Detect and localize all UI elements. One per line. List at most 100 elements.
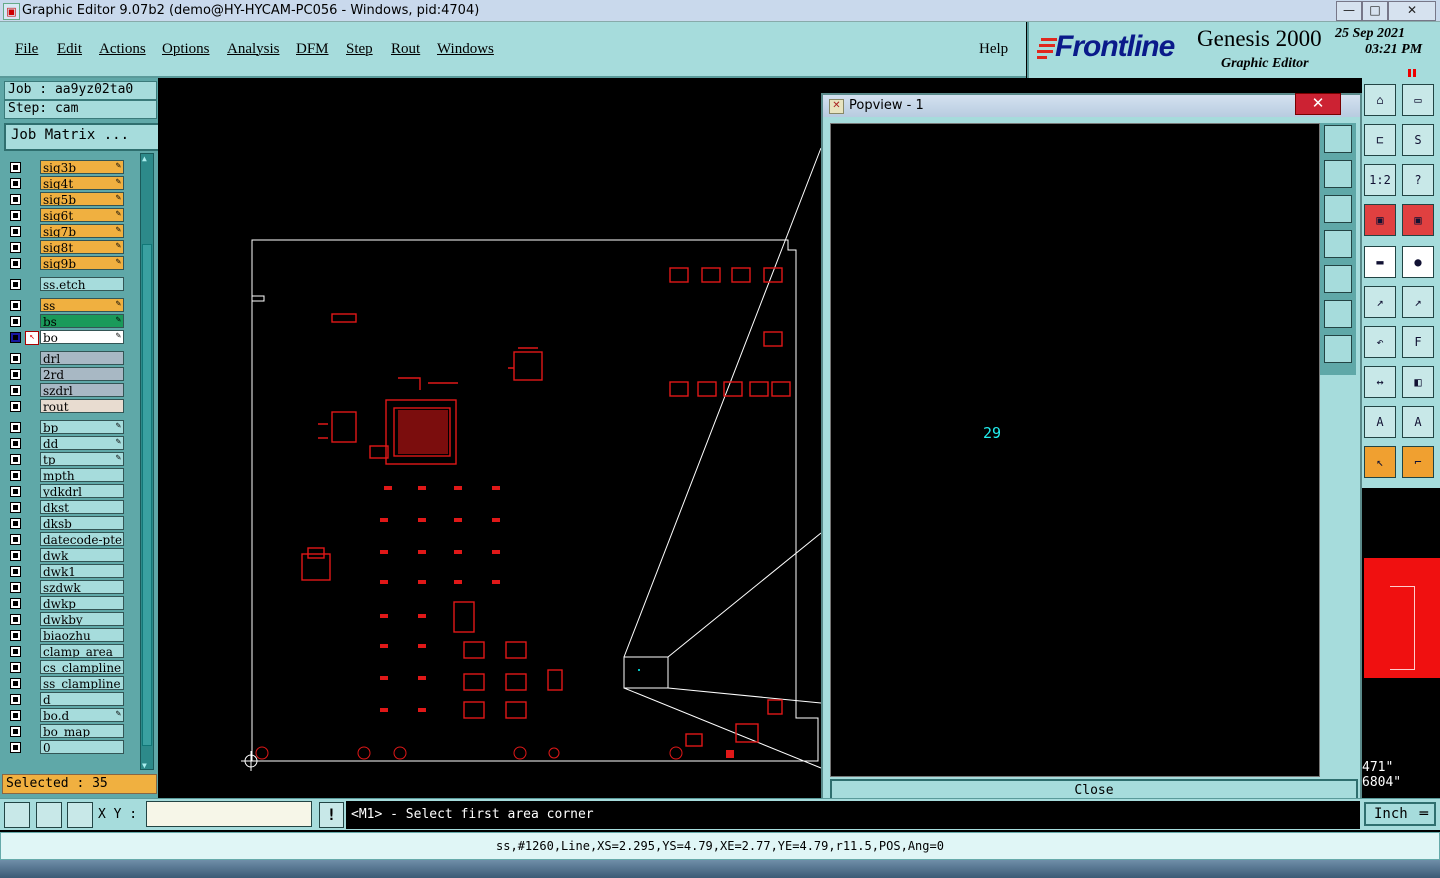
- layer-row[interactable]: biaozhu: [8, 628, 124, 643]
- pad-icon[interactable]: ●: [1402, 246, 1434, 278]
- layer-row[interactable]: sig4t ✎: [8, 176, 124, 191]
- layer-name[interactable]: ss: [40, 298, 124, 312]
- layer-row[interactable]: ydkdrl: [8, 484, 124, 499]
- maximize-button[interactable]: □: [1362, 1, 1388, 21]
- layer-row[interactable]: rout: [8, 399, 124, 414]
- layer-row[interactable]: sig6t ✎: [8, 208, 124, 223]
- layer-row[interactable]: ss ✎: [8, 298, 124, 313]
- shapes-icon[interactable]: ◧: [1402, 366, 1434, 398]
- layer-checkbox[interactable]: [10, 332, 21, 343]
- scale-1to2-icon[interactable]: 1:2: [1364, 164, 1396, 196]
- layer-name[interactable]: bp: [40, 420, 124, 434]
- grid-icon[interactable]: [67, 802, 93, 828]
- layer-name[interactable]: dkst: [40, 500, 124, 514]
- layer-row[interactable]: d: [8, 692, 124, 707]
- layer-checkbox[interactable]: [10, 369, 21, 380]
- layer-name[interactable]: mpth: [40, 468, 124, 482]
- layer-checkbox[interactable]: [10, 726, 21, 737]
- features-icon[interactable]: F: [1402, 326, 1434, 358]
- zoom-area-icon[interactable]: [4, 802, 30, 828]
- layer-checkbox[interactable]: [10, 422, 21, 433]
- popview-canvas[interactable]: 29: [830, 123, 1320, 777]
- menu-windows[interactable]: Windows: [437, 41, 494, 58]
- layer-row[interactable]: ss_clampline: [8, 676, 124, 691]
- scroll-thumb[interactable]: [142, 244, 152, 746]
- popview-pan-up-icon[interactable]: [1324, 160, 1352, 188]
- layer-checkbox[interactable]: [10, 662, 21, 673]
- job-matrix-button[interactable]: Job Matrix ...: [4, 123, 161, 151]
- layer-row[interactable]: bo.d ✎: [8, 708, 124, 723]
- snap-red-icon[interactable]: ▣: [1364, 204, 1396, 236]
- layer-checkbox[interactable]: [10, 566, 21, 577]
- redraw-icon[interactable]: S: [1402, 124, 1434, 156]
- popview-pan-right-icon[interactable]: [1324, 265, 1352, 293]
- layer-row[interactable]: dksb: [8, 516, 124, 531]
- layer-name[interactable]: ss_clampline: [40, 676, 124, 690]
- layer-row[interactable]: cs_clampline: [8, 660, 124, 675]
- menu-options[interactable]: Options: [162, 41, 210, 58]
- measure-blue-icon[interactable]: ↗: [1402, 286, 1434, 318]
- xy-input[interactable]: [146, 801, 312, 827]
- home-view-icon[interactable]: ⌂: [1364, 84, 1396, 116]
- layer-row[interactable]: sig3b ✎: [8, 160, 124, 175]
- menu-help[interactable]: Help: [979, 41, 1008, 58]
- layer-checkbox[interactable]: [10, 614, 21, 625]
- layer-row[interactable]: dwk: [8, 548, 124, 563]
- text-blue-icon[interactable]: A: [1402, 406, 1434, 438]
- popview-pan-down-icon[interactable]: [1324, 195, 1352, 223]
- layer-checkbox[interactable]: [10, 710, 21, 721]
- layer-name[interactable]: dwk: [40, 548, 124, 562]
- layer-name[interactable]: biaozhu: [40, 628, 124, 642]
- layer-name[interactable]: sig6t: [40, 208, 124, 222]
- layer-checkbox[interactable]: [10, 162, 21, 173]
- menu-analysis[interactable]: Analysis: [227, 41, 280, 58]
- layer-name[interactable]: rout: [40, 399, 124, 413]
- popview-fit-icon[interactable]: [1324, 335, 1352, 363]
- layer-name[interactable]: ss.etch: [40, 277, 124, 291]
- layer-checkbox[interactable]: [10, 582, 21, 593]
- layer-name[interactable]: sig8t: [40, 240, 124, 254]
- measure-icon[interactable]: [36, 802, 62, 828]
- help-icon[interactable]: ?: [1402, 164, 1434, 196]
- close-window-button[interactable]: ✕: [1388, 1, 1436, 21]
- layer-name[interactable]: bo.d: [40, 708, 124, 722]
- ruler-icon[interactable]: ▬: [1364, 246, 1396, 278]
- layer-row[interactable]: dwkp: [8, 596, 124, 611]
- layer-checkbox[interactable]: [10, 226, 21, 237]
- zoom-fit-icon[interactable]: ⊏: [1364, 124, 1396, 156]
- layer-name[interactable]: dwkby: [40, 612, 124, 626]
- layer-name[interactable]: dwk1: [40, 564, 124, 578]
- layer-checkbox[interactable]: [10, 470, 21, 481]
- layer-checkbox[interactable]: [10, 518, 21, 529]
- scroll-up-icon[interactable]: ▲: [142, 154, 150, 163]
- layer-checkbox[interactable]: [10, 694, 21, 705]
- units-select[interactable]: Inch ═: [1364, 802, 1436, 826]
- layer-checkbox[interactable]: [10, 454, 21, 465]
- layer-checkbox[interactable]: [10, 742, 21, 753]
- layer-row[interactable]: 0: [8, 740, 124, 755]
- layer-checkbox[interactable]: [10, 353, 21, 364]
- layer-row[interactable]: bo_map: [8, 724, 124, 739]
- layer-checkbox[interactable]: [10, 258, 21, 269]
- select-net-icon[interactable]: ⌐: [1402, 446, 1434, 478]
- layer-name[interactable]: clamp_area: [40, 644, 124, 658]
- menu-rout[interactable]: Rout: [391, 41, 420, 58]
- layer-row[interactable]: sig7b ✎: [8, 224, 124, 239]
- layer-row[interactable]: ss.etch: [8, 277, 124, 292]
- layer-name[interactable]: bo_map: [40, 724, 124, 738]
- layer-name[interactable]: bs: [40, 314, 124, 328]
- layer-checkbox[interactable]: [10, 534, 21, 545]
- layer-checkbox[interactable]: [10, 401, 21, 412]
- layer-name[interactable]: sig9b: [40, 256, 124, 270]
- layer-row[interactable]: 2rd: [8, 367, 124, 382]
- minimize-button[interactable]: —: [1336, 1, 1362, 21]
- menu-step[interactable]: Step: [346, 41, 373, 58]
- scroll-down-icon[interactable]: ▼: [142, 761, 150, 770]
- layer-row[interactable]: mpth: [8, 468, 124, 483]
- measure-red-icon[interactable]: ↗: [1364, 286, 1396, 318]
- layer-checkbox[interactable]: [10, 502, 21, 513]
- layer-name[interactable]: 2rd: [40, 367, 124, 381]
- select-arrow-icon[interactable]: ↖: [1364, 446, 1396, 478]
- layer-name[interactable]: dd: [40, 436, 124, 450]
- layer-name[interactable]: szdwk: [40, 580, 124, 594]
